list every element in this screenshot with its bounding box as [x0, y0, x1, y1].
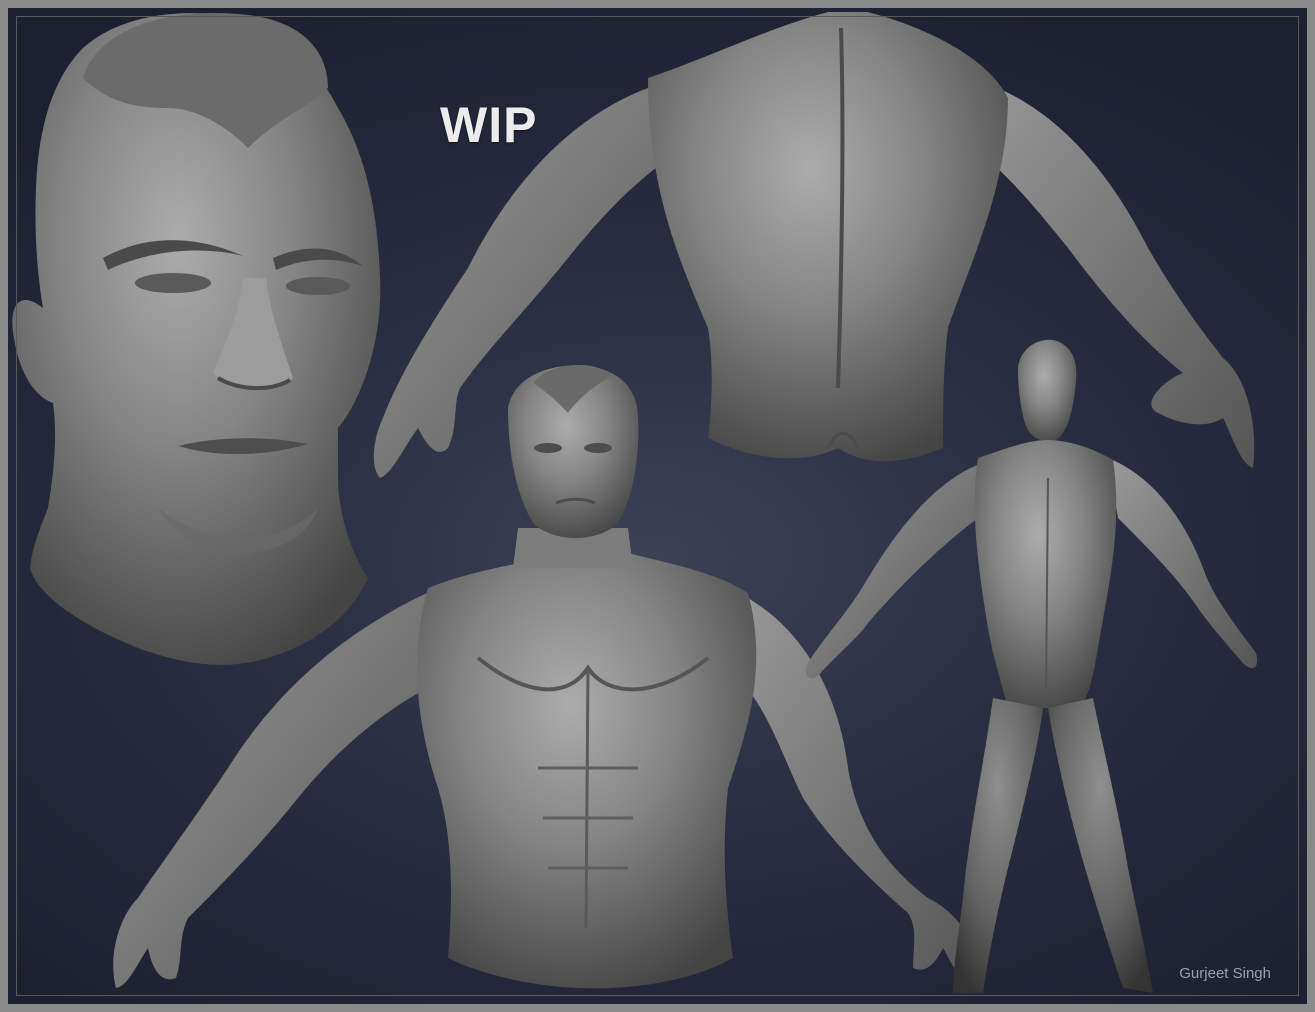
back-torso-figure — [373, 12, 1255, 478]
sculpt-render-canvas — [12, 12, 1258, 993]
wip-title: WIP — [440, 97, 538, 153]
artist-signature: Gurjeet Singh — [1179, 965, 1271, 982]
head-closeup-figure — [12, 12, 381, 665]
image-frame: WIP Gurjeet Singh — [0, 0, 1315, 1012]
